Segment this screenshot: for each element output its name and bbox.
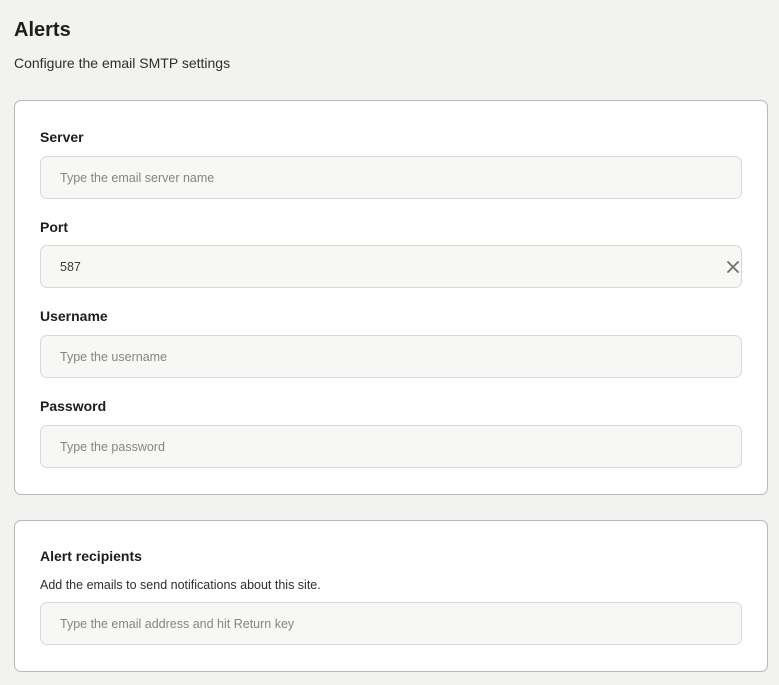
alert-recipients-card: Alert recipients Add the emails to send …: [14, 520, 768, 672]
username-input[interactable]: [40, 335, 742, 378]
page-subtitle: Configure the email SMTP settings: [14, 55, 231, 71]
recipient-email-input[interactable]: [40, 602, 742, 645]
username-label: Username: [40, 308, 108, 324]
page-title: Alerts: [14, 19, 71, 41]
server-input[interactable]: [40, 156, 742, 199]
recipients-title: Alert recipients: [40, 548, 142, 564]
password-input[interactable]: [40, 425, 742, 468]
recipients-description: Add the emails to send notifications abo…: [40, 578, 321, 592]
port-input[interactable]: [40, 245, 742, 288]
password-label: Password: [40, 398, 107, 414]
port-clear-button[interactable]: [723, 257, 743, 277]
smtp-settings-card: Server Port Username Password: [14, 100, 768, 495]
alerts-page: Alerts Configure the email SMTP settings…: [0, 0, 779, 685]
close-icon: [727, 261, 739, 273]
server-label: Server: [40, 129, 84, 145]
port-label: Port: [40, 219, 68, 235]
